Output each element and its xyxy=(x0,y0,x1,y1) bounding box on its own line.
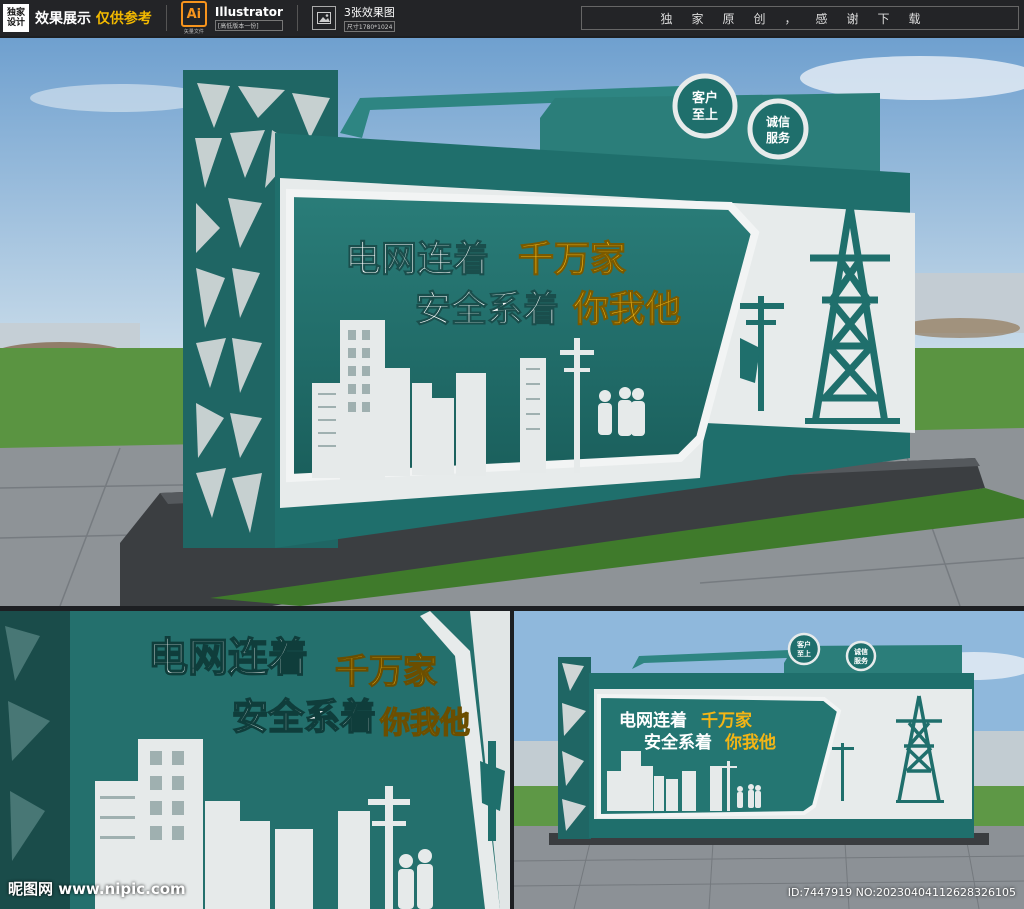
overview-slogan-line2-white: 安全系着 xyxy=(644,732,712,753)
overview-tower-base xyxy=(896,800,944,803)
image-icon xyxy=(311,6,336,30)
main-render-canvas: 电网连着 千万家 安全系着 你我他 客户 至上 诚信 服务 xyxy=(0,38,1024,606)
image-id: ID:7447919 NO:20230404112628326105 xyxy=(787,886,1016,899)
overview-slogan-line1-yellow: 千万家 xyxy=(701,710,752,731)
ai-sub-label: 矢量文件 xyxy=(183,29,204,35)
illustrator-icon: Ai xyxy=(180,1,207,27)
brand-prefix: 效果展示 xyxy=(35,11,91,27)
images-tag: 尺寸1780*1024 xyxy=(343,21,396,32)
overview-render-canvas: 电网连着 千万家 安全系着 你我他 客户 至上 诚信 服务 xyxy=(514,611,1024,909)
overview-distant-building xyxy=(969,731,1024,791)
header-bar: 独家设计 效果展示 仅供参考 Ai 矢量文件 Illustrator [高低版本… xyxy=(0,0,1024,36)
software-tag: [高低版本一份] xyxy=(214,20,283,31)
thanks-banner: 独家原创，感谢下载 xyxy=(581,6,1019,30)
overview-badge2-line1: 诚信 xyxy=(854,647,868,656)
overview-workers xyxy=(737,784,761,808)
divider xyxy=(165,5,167,31)
detail-slogan-line2-white: 安全系着 xyxy=(232,696,376,738)
detail-slogan-line1-white: 电网连着 xyxy=(148,635,308,681)
watermark: 昵图网 www.nipic.com xyxy=(8,880,186,898)
brand-highlight: 仅供参考 xyxy=(95,11,152,27)
detail-slogan-line1-yellow: 千万家 xyxy=(335,652,437,692)
slogan-line1-yellow: 千万家 xyxy=(518,239,626,280)
slogan-line2-white: 安全系着 xyxy=(415,288,559,330)
overview-badge1-line2: 至上 xyxy=(797,649,811,658)
brand-text: 效果展示 仅供参考 xyxy=(35,8,152,28)
detail-render: 电网连着 千万家 安全系着 你我他 昵图网 www.nipic.com xyxy=(0,611,510,909)
software-title: Illustrator xyxy=(214,5,283,19)
badge2-line2: 服务 xyxy=(766,130,791,145)
badge-customer-first xyxy=(672,73,738,139)
overview-badge-customer-first xyxy=(787,632,821,666)
detail-slogan-line2-yellow: 你我他 xyxy=(379,706,470,741)
badge1-line1: 客户 xyxy=(692,90,718,106)
tower-base xyxy=(805,418,900,424)
badge1-line2: 至上 xyxy=(692,108,718,123)
detail-render-canvas: 电网连着 千万家 安全系着 你我他 xyxy=(0,611,510,909)
overview-badge2-line2: 服务 xyxy=(854,656,869,665)
overview-slogan-line1-white: 电网连着 xyxy=(619,710,687,731)
tree-line xyxy=(900,318,1020,338)
main-render: 电网连着 千万家 安全系着 你我他 客户 至上 诚信 服务 xyxy=(0,38,1024,606)
overview-badge-integrity-service xyxy=(845,640,877,672)
overview-render: 电网连着 千万家 安全系着 你我他 客户 至上 诚信 服务 ID:7447919… xyxy=(514,611,1024,909)
badge-integrity-service xyxy=(747,98,809,160)
overview-badge1-line1: 客户 xyxy=(796,640,811,649)
worker-figures xyxy=(598,387,645,436)
images-title: 3张效果图 xyxy=(343,6,395,19)
brand-logo: 独家设计 xyxy=(3,4,29,32)
badge2-line1: 诚信 xyxy=(766,114,790,129)
slogan-line2-yellow: 你我他 xyxy=(572,289,681,330)
divider xyxy=(296,5,298,31)
slogan-line1-white: 电网连着 xyxy=(345,239,489,280)
overview-slogan-line2-yellow: 你我他 xyxy=(724,732,776,753)
